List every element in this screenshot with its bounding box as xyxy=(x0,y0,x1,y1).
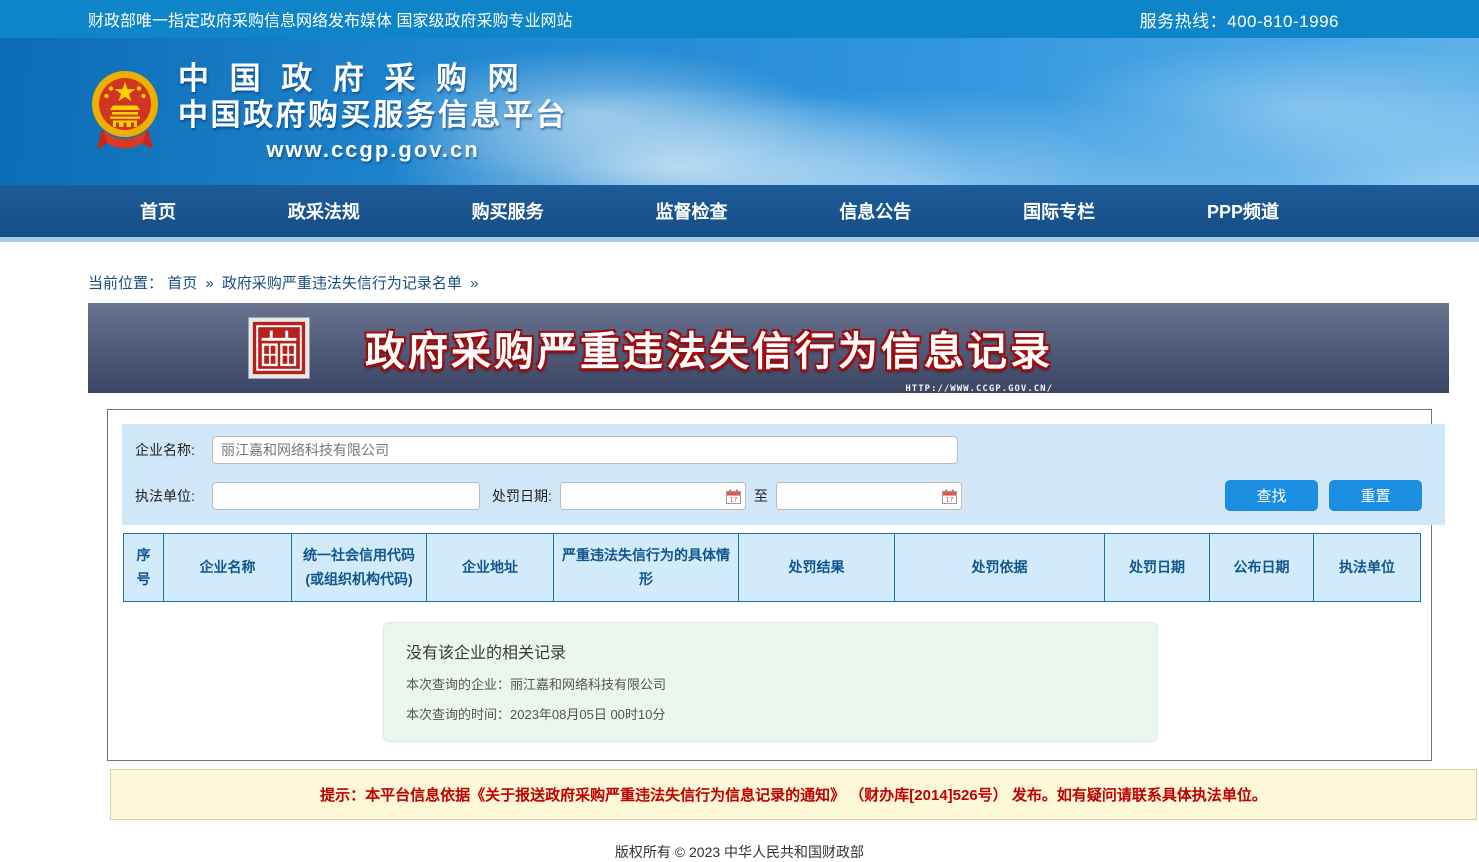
main-nav: 首页 政采法规 购买服务 监督检查 信息公告 国际专栏 PPP频道 xyxy=(0,185,1479,242)
col-header-company: 企业名称 xyxy=(164,534,292,602)
nav-item-purchase-services[interactable]: 购买服务 xyxy=(472,198,544,224)
site-slogan: 财政部唯一指定政府采购信息网络发布媒体 国家级政府采购专业网站 xyxy=(88,7,572,31)
col-header-index: 序号 xyxy=(124,534,164,602)
nav-item-supervision[interactable]: 监督检查 xyxy=(655,198,727,224)
site-subtitle: 中国政府购买服务信息平台 xyxy=(178,98,568,134)
national-emblem-icon xyxy=(90,69,160,155)
calendar-icon[interactable]: 17 xyxy=(942,489,957,504)
col-header-penalty-result: 处罚结果 xyxy=(739,534,895,602)
col-header-publish-date: 公布日期 xyxy=(1210,534,1314,602)
logo-text-block: 中 国 政 府 采 购 网 中国政府购买服务信息平台 www.ccgp.gov.… xyxy=(178,60,568,162)
no-record-message: 没有该企业的相关记录 xyxy=(406,639,1135,663)
query-result-box: 没有该企业的相关记录 本次查询的企业：丽江嘉和网络科技有限公司 本次查询的时间：… xyxy=(383,622,1158,742)
calendar-icon[interactable]: 17 xyxy=(726,489,741,504)
nav-item-international[interactable]: 国际专栏 xyxy=(1023,198,1095,224)
col-header-credit-code: 统一社会信用代码(或组织机构代码) xyxy=(292,534,427,602)
query-time-line: 本次查询的时间：2023年08月05日 00时10分 xyxy=(406,704,1135,723)
svg-text:17: 17 xyxy=(946,496,954,503)
penalty-date-from-input[interactable] xyxy=(560,482,746,510)
breadcrumb-current-link[interactable]: 政府采购严重违法失信行为记录名单 xyxy=(222,275,462,292)
penalty-date-to-input[interactable] xyxy=(776,482,962,510)
content-box: 企业名称: 执法单位: 处罚日期: 17 至 xyxy=(107,409,1432,761)
site-logo[interactable]: 中 国 政 府 采 购 网 中国政府购买服务信息平台 www.ccgp.gov.… xyxy=(90,60,568,162)
col-header-violation: 严重违法失信行为的具体情形 xyxy=(554,534,739,602)
red-seal-icon xyxy=(248,317,310,379)
banner-title-wrap: 政府采购严重违法失信行为信息记录 HTTP://WWW.CCGP.GOV.CN/ xyxy=(365,319,1053,377)
nav-item-ppp-channel[interactable]: PPP频道 xyxy=(1207,198,1279,224)
agency-input[interactable] xyxy=(212,482,480,510)
form-row-company: 企业名称: xyxy=(122,436,1445,464)
penalty-date-to-wrap: 17 xyxy=(776,482,962,510)
page-banner: 政府采购严重违法失信行为信息记录 HTTP://WWW.CCGP.GOV.CN/ xyxy=(88,303,1449,393)
site-title: 中 国 政 府 采 购 网 xyxy=(178,60,568,97)
banner-url: HTTP://WWW.CCGP.GOV.CN/ xyxy=(905,384,1053,394)
nav-item-regulations[interactable]: 政采法规 xyxy=(288,198,360,224)
search-form-panel: 企业名称: 执法单位: 处罚日期: 17 至 xyxy=(122,424,1445,525)
service-hotline: 服务热线：400-810-1996 xyxy=(1140,7,1339,32)
date-to-label: 至 xyxy=(754,486,768,506)
site-url: www.ccgp.gov.cn xyxy=(178,137,568,163)
site-header: 中 国 政 府 采 购 网 中国政府购买服务信息平台 www.ccgp.gov.… xyxy=(0,38,1479,185)
col-header-penalty-basis: 处罚依据 xyxy=(895,534,1105,602)
col-header-penalty-date: 处罚日期 xyxy=(1105,534,1210,602)
agency-label: 执法单位: xyxy=(135,486,212,506)
form-row-filters: 执法单位: 处罚日期: 17 至 xyxy=(122,480,1445,511)
top-info-bar: 财政部唯一指定政府采购信息网络发布媒体 国家级政府采购专业网站 服务热线：400… xyxy=(0,0,1479,38)
company-name-label: 企业名称: xyxy=(135,440,212,460)
breadcrumb-separator: » xyxy=(470,275,478,292)
notice-bar: 提示：本平台信息依据《关于报送政府采购严重违法失信行为信息记录的通知》 （财办库… xyxy=(110,769,1477,820)
reset-button[interactable]: 重置 xyxy=(1329,480,1422,511)
records-table: 序号 企业名称 统一社会信用代码(或组织机构代码) 企业地址 严重违法失信行为的… xyxy=(123,533,1421,602)
penalty-date-from-wrap: 17 xyxy=(560,482,746,510)
footer-copyright: 版权所有 © 2023 中华人民共和国财政部 xyxy=(0,842,1479,862)
search-button[interactable]: 查找 xyxy=(1225,480,1318,511)
penalty-date-label: 处罚日期: xyxy=(492,486,552,506)
query-company-line: 本次查询的企业：丽江嘉和网络科技有限公司 xyxy=(406,674,1135,693)
breadcrumb: 当前位置： 首页 » 政府采购严重违法失信行为记录名单 » xyxy=(88,272,1479,293)
nav-item-announcements[interactable]: 信息公告 xyxy=(839,198,911,224)
breadcrumb-home-link[interactable]: 首页 xyxy=(167,275,197,292)
svg-text:17: 17 xyxy=(730,496,738,503)
breadcrumb-separator: » xyxy=(205,275,213,292)
col-header-address: 企业地址 xyxy=(427,534,554,602)
nav-item-home[interactable]: 首页 xyxy=(140,198,176,224)
col-header-agency: 执法单位 xyxy=(1314,534,1421,602)
banner-title: 政府采购严重违法失信行为信息记录 xyxy=(365,319,1053,377)
company-name-input[interactable] xyxy=(212,436,958,464)
breadcrumb-label: 当前位置： xyxy=(88,275,163,292)
table-header-row: 序号 企业名称 统一社会信用代码(或组织机构代码) 企业地址 严重违法失信行为的… xyxy=(124,534,1421,602)
